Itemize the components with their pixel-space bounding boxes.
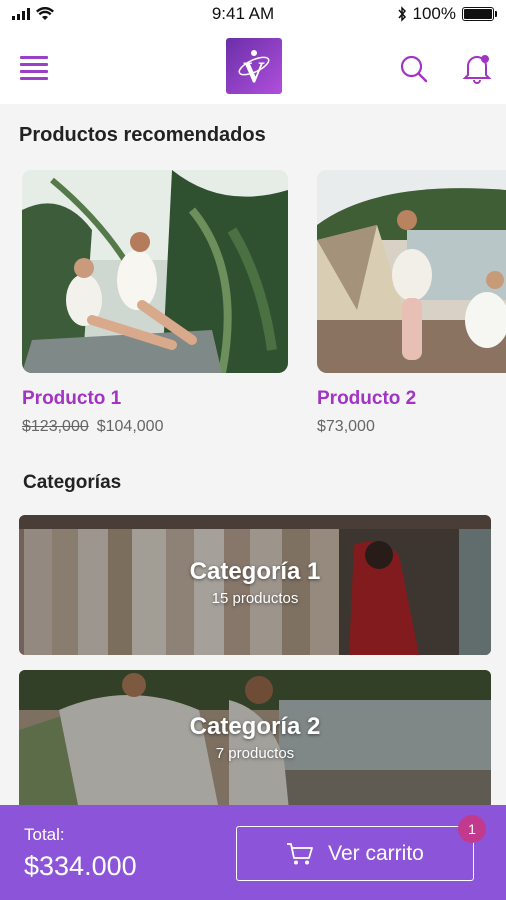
category-card[interactable]: Categoría 1 15 productos bbox=[19, 515, 491, 655]
category-text: Categoría 2 7 productos bbox=[19, 713, 491, 762]
product-card[interactable]: Producto 2 $73,000 bbox=[317, 170, 506, 435]
status-bar: 9:41 AM 100% bbox=[0, 0, 506, 28]
product-image[interactable] bbox=[22, 170, 288, 373]
category-count: 15 productos bbox=[211, 590, 299, 607]
product-name[interactable]: Producto 2 bbox=[317, 388, 416, 410]
category-name: Categoría 2 bbox=[189, 713, 321, 740]
notification-bell-icon[interactable] bbox=[462, 52, 492, 84]
category-count: 7 productos bbox=[215, 745, 295, 762]
search-icon[interactable] bbox=[399, 54, 429, 84]
shopping-cart-icon bbox=[287, 842, 314, 864]
product-photo-jungle bbox=[22, 170, 288, 373]
logo-letter: V bbox=[243, 56, 265, 88]
bluetooth-icon bbox=[397, 6, 406, 22]
category-text: Categoría 1 15 productos bbox=[19, 558, 491, 607]
battery-icon bbox=[462, 7, 497, 21]
app-header: V bbox=[0, 28, 506, 104]
cart-footer: Total: $334.000 Ver carrito bbox=[0, 805, 506, 900]
total-label: Total: bbox=[24, 825, 65, 844]
current-price: $104,000 bbox=[96, 418, 164, 435]
hamburger-menu-icon[interactable] bbox=[20, 56, 48, 80]
price-row: $123,000 $104,000 bbox=[22, 418, 163, 436]
cart-count-badge: 1 bbox=[458, 815, 486, 843]
category-name: Categoría 1 bbox=[189, 558, 321, 585]
old-price: $123,000 bbox=[22, 418, 89, 435]
recommended-title: Productos recomendados bbox=[19, 124, 266, 146]
category-card[interactable]: Categoría 2 7 productos bbox=[19, 670, 491, 810]
categories-title: Categorías bbox=[23, 472, 122, 493]
price-row: $73,000 bbox=[317, 418, 375, 436]
status-right: 100% bbox=[354, 4, 497, 24]
logo-mark-icon: V bbox=[238, 50, 270, 88]
total-value: $334.000 bbox=[24, 851, 137, 881]
view-cart-button[interactable]: Ver carrito bbox=[236, 826, 474, 881]
brand-logo[interactable]: V bbox=[226, 38, 282, 94]
current-price: $73,000 bbox=[317, 418, 375, 435]
view-cart-label: Ver carrito bbox=[328, 841, 424, 865]
product-image[interactable] bbox=[317, 170, 506, 373]
product-name[interactable]: Producto 1 bbox=[22, 388, 121, 410]
product-photo-riverside bbox=[317, 170, 506, 373]
status-left bbox=[12, 7, 132, 21]
product-card[interactable]: Producto 1 $123,000 $104,000 bbox=[22, 170, 288, 435]
battery-percentage: 100% bbox=[412, 4, 456, 23]
signal-icon bbox=[12, 8, 30, 20]
wifi-icon bbox=[36, 7, 54, 20]
status-time: 9:41 AM bbox=[211, 4, 275, 23]
